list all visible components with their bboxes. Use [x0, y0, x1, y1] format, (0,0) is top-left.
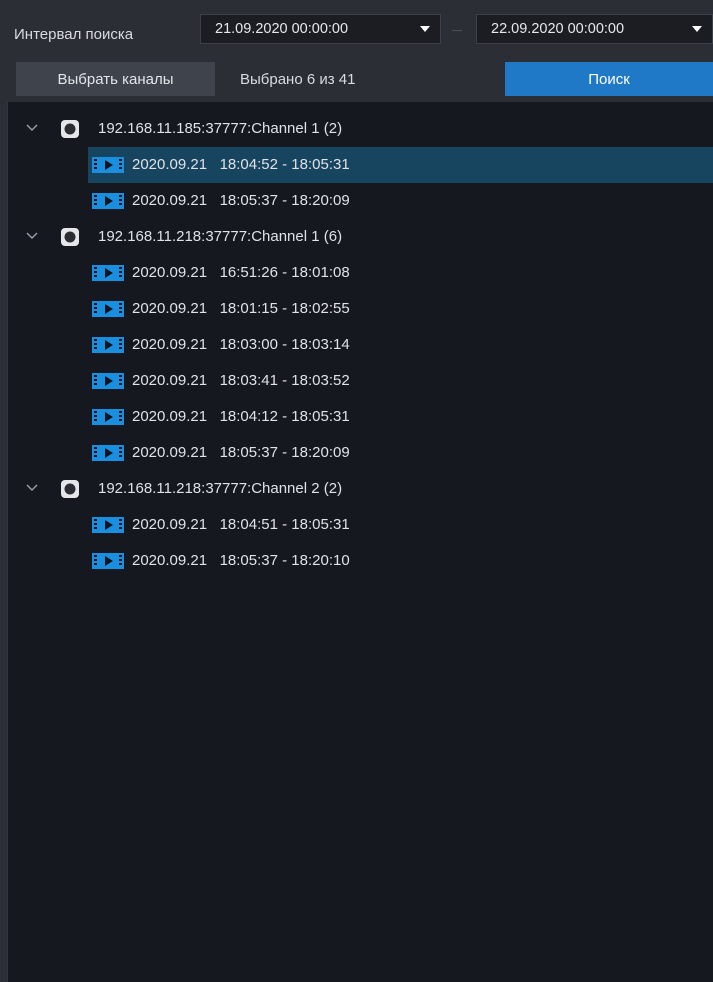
- chevron-down-icon[interactable]: [26, 229, 38, 241]
- channel-group-label: 192.168.11.185:37777:Channel 1 (2): [98, 120, 343, 137]
- recording-time-label: 2020.09.21 18:04:51 - 18:05:31: [132, 516, 350, 533]
- recording-row[interactable]: 2020.09.21 18:04:12 - 18:05:31: [8, 399, 713, 435]
- camera-icon: [61, 480, 79, 498]
- recording-row[interactable]: 2020.09.21 18:01:15 - 18:02:55: [8, 291, 713, 327]
- video-file-icon: [92, 553, 124, 569]
- channel-group-label: 192.168.11.218:37777:Channel 2 (2): [98, 480, 343, 497]
- recording-time-label: 2020.09.21 18:05:37 - 18:20:09: [132, 192, 350, 209]
- channel-group-row[interactable]: 192.168.11.218:37777:Channel 1 (6): [8, 219, 713, 255]
- recording-time-label: 2020.09.21 18:05:37 - 18:20:09: [132, 444, 350, 461]
- recordings-tree: 192.168.11.185:37777:Channel 1 (2) 2020.0…: [7, 102, 713, 982]
- camera-icon: [61, 228, 79, 246]
- search-button[interactable]: Поиск: [505, 62, 713, 96]
- video-file-icon: [92, 157, 124, 173]
- recording-row[interactable]: 2020.09.21 18:05:37 - 18:20:10: [8, 543, 713, 579]
- recording-time-label: 2020.09.21 18:03:00 - 18:03:14: [132, 336, 350, 353]
- select-channels-button[interactable]: Выбрать каналы: [16, 62, 215, 96]
- recording-time-label: 2020.09.21 16:51:26 - 18:01:08: [132, 264, 350, 281]
- recording-row[interactable]: 2020.09.21 18:04:52 - 18:05:31: [8, 147, 713, 183]
- recording-row[interactable]: 2020.09.21 18:05:37 - 18:20:09: [8, 435, 713, 471]
- recording-row[interactable]: 2020.09.21 18:03:00 - 18:03:14: [8, 327, 713, 363]
- recording-row[interactable]: 2020.09.21 18:03:41 - 18:03:52: [8, 363, 713, 399]
- search-interval-label: Интервал поиска: [14, 26, 134, 43]
- caret-down-icon[interactable]: [692, 26, 702, 32]
- camera-icon: [61, 120, 79, 138]
- caret-down-icon[interactable]: [420, 26, 430, 32]
- search-toolbar: Интервал поиска 21.09.2020 00:00:00 22.0…: [0, 0, 713, 100]
- recording-row[interactable]: 2020.09.21 16:51:26 - 18:01:08: [8, 255, 713, 291]
- selected-channels-count: Выбрано 6 из 41: [240, 71, 356, 88]
- channel-group-row[interactable]: 192.168.11.185:37777:Channel 1 (2): [8, 111, 713, 147]
- video-file-icon: [92, 337, 124, 353]
- video-file-icon: [92, 193, 124, 209]
- date-from-picker[interactable]: 21.09.2020 00:00:00: [200, 14, 441, 44]
- video-file-icon: [92, 265, 124, 281]
- video-file-icon: [92, 409, 124, 425]
- channel-group-row[interactable]: 192.168.11.218:37777:Channel 2 (2): [8, 471, 713, 507]
- recording-time-label: 2020.09.21 18:04:12 - 18:05:31: [132, 408, 350, 425]
- video-file-icon: [92, 373, 124, 389]
- recording-time-label: 2020.09.21 18:05:37 - 18:20:10: [132, 552, 350, 569]
- date-from-value: 21.09.2020 00:00:00: [215, 21, 349, 37]
- range-separator: [452, 30, 462, 31]
- video-file-icon: [92, 517, 124, 533]
- recording-time-label: 2020.09.21 18:01:15 - 18:02:55: [132, 300, 350, 317]
- recording-time-label: 2020.09.21 18:04:52 - 18:05:31: [132, 156, 350, 173]
- video-file-icon: [92, 301, 124, 317]
- video-file-icon: [92, 445, 124, 461]
- date-to-value: 22.09.2020 00:00:00: [491, 21, 625, 37]
- recording-time-label: 2020.09.21 18:03:41 - 18:03:52: [132, 372, 350, 389]
- chevron-down-icon[interactable]: [26, 121, 38, 133]
- chevron-down-icon[interactable]: [26, 481, 38, 493]
- channel-group-label: 192.168.11.218:37777:Channel 1 (6): [98, 228, 343, 245]
- recording-row[interactable]: 2020.09.21 18:05:37 - 18:20:09: [8, 183, 713, 219]
- recording-row[interactable]: 2020.09.21 18:04:51 - 18:05:31: [8, 507, 713, 543]
- date-to-picker[interactable]: 22.09.2020 00:00:00: [476, 14, 713, 44]
